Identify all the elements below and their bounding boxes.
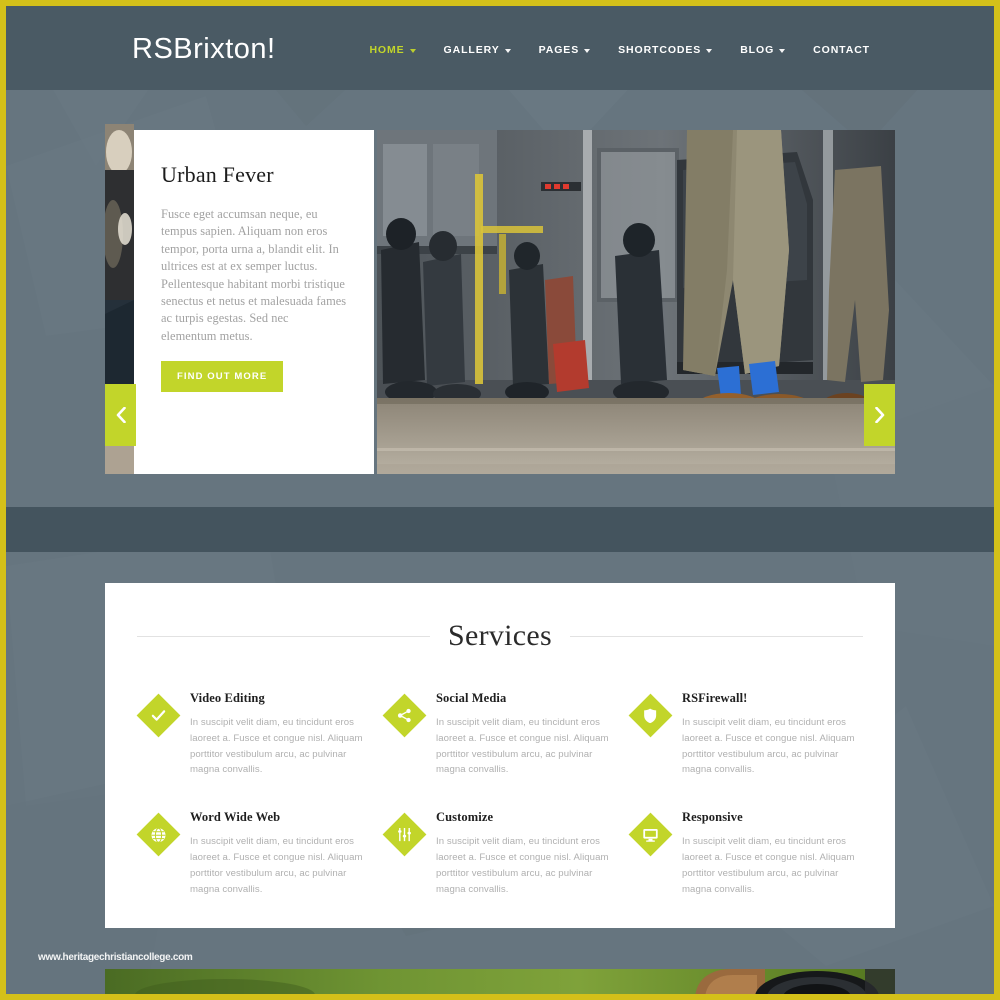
services-grid: Video Editing In suscipit velit diam, eu… bbox=[136, 691, 863, 897]
sliders-icon bbox=[398, 828, 411, 842]
service-description: In suscipit velit diam, eu tincidunt ero… bbox=[436, 836, 609, 895]
page-frame: RSBrixton! HOME GALLERY PAGES SHORTCODES… bbox=[6, 6, 994, 994]
service-icon-badge bbox=[136, 693, 181, 738]
heading-rule-left bbox=[137, 635, 430, 637]
chevron-down-icon bbox=[584, 48, 591, 53]
nav-label: BLOG bbox=[740, 44, 775, 56]
chevron-down-icon bbox=[409, 48, 416, 53]
service-card[interactable]: Word Wide Web In suscipit velit diam, eu… bbox=[136, 810, 369, 897]
next-section-photo bbox=[105, 969, 895, 994]
service-name: RSFirewall! bbox=[682, 691, 748, 705]
nav-item-blog[interactable]: BLOG bbox=[726, 40, 799, 60]
chevron-right-icon bbox=[874, 407, 884, 423]
service-icon-badge bbox=[382, 812, 427, 857]
nav-label: PAGES bbox=[538, 44, 580, 56]
site-header: RSBrixton! HOME GALLERY PAGES SHORTCODES… bbox=[6, 6, 994, 90]
site-logo[interactable]: RSBrixton! bbox=[132, 33, 276, 66]
services-title: Services bbox=[447, 619, 553, 652]
service-card[interactable]: Responsive In suscipit velit diam, eu ti… bbox=[628, 810, 861, 897]
service-description: In suscipit velit diam, eu tincidunt ero… bbox=[190, 717, 363, 776]
find-out-more-button[interactable]: FIND OUT MORE bbox=[161, 361, 284, 393]
services-heading-row: Services bbox=[137, 619, 863, 653]
service-card[interactable]: RSFirewall! In suscipit velit diam, eu t… bbox=[628, 691, 861, 778]
slider-prev-button[interactable] bbox=[105, 384, 136, 446]
service-icon-badge bbox=[382, 693, 427, 738]
nav-label: SHORTCODES bbox=[618, 44, 702, 56]
service-description: In suscipit velit diam, eu tincidunt ero… bbox=[682, 717, 855, 776]
service-name: Word Wide Web bbox=[190, 810, 281, 825]
chevron-down-icon bbox=[504, 48, 511, 53]
nav-item-contact[interactable]: CONTACT bbox=[799, 40, 884, 60]
service-name: Responsive bbox=[682, 810, 743, 825]
services-section: Services Video Editing In suscipit velit… bbox=[105, 583, 895, 928]
nav-label: GALLERY bbox=[443, 44, 500, 56]
service-description: In suscipit velit diam, eu tincidunt ero… bbox=[190, 836, 363, 895]
chevron-down-icon bbox=[779, 48, 786, 53]
chevron-down-icon bbox=[706, 48, 713, 53]
watermark-url: www.heritagechristiancollege.com bbox=[38, 952, 193, 963]
nav-item-pages[interactable]: PAGES bbox=[525, 40, 604, 60]
share-icon bbox=[397, 708, 411, 723]
nav-item-shortcodes[interactable]: SHORTCODES bbox=[604, 40, 726, 60]
chevron-left-icon bbox=[116, 407, 126, 423]
service-name: Customize bbox=[436, 810, 494, 825]
service-icon-badge bbox=[628, 812, 673, 857]
hero-text-panel: Urban Fever Fusce eget accumsan neque, e… bbox=[134, 130, 374, 474]
heading-rule-right bbox=[570, 635, 863, 637]
service-icon-badge bbox=[136, 812, 181, 857]
hero-title: Urban Fever bbox=[161, 162, 274, 187]
monitor-icon bbox=[643, 828, 658, 842]
logo-suffix: Brixton! bbox=[173, 33, 276, 65]
hero-paragraph: Fusce eget accumsan neque, eu tempus sap… bbox=[161, 207, 347, 343]
service-name: Social Media bbox=[436, 691, 507, 705]
nav-item-gallery[interactable]: GALLERY bbox=[430, 40, 525, 60]
nav-item-home[interactable]: HOME bbox=[355, 40, 429, 60]
service-card[interactable]: Video Editing In suscipit velit diam, eu… bbox=[136, 691, 369, 778]
shield-icon bbox=[644, 708, 657, 723]
check-icon bbox=[151, 710, 166, 721]
globe-icon bbox=[151, 827, 166, 843]
main-navigation: HOME GALLERY PAGES SHORTCODES BLOG CONTA… bbox=[355, 40, 884, 60]
section-divider-band bbox=[6, 507, 994, 552]
slider-next-button[interactable] bbox=[864, 384, 895, 446]
service-icon-badge bbox=[628, 693, 673, 738]
nav-label: CONTACT bbox=[813, 44, 870, 56]
hero-slider: Urban Fever Fusce eget accumsan neque, e… bbox=[105, 124, 895, 474]
logo-prefix: RS bbox=[132, 33, 174, 65]
service-name: Video Editing bbox=[190, 691, 265, 705]
hero-photo bbox=[377, 130, 895, 474]
nav-label: HOME bbox=[369, 44, 405, 56]
service-description: In suscipit velit diam, eu tincidunt ero… bbox=[436, 717, 609, 776]
service-card[interactable]: Customize In suscipit velit diam, eu tin… bbox=[382, 810, 615, 897]
service-card[interactable]: Social Media In suscipit velit diam, eu … bbox=[382, 691, 615, 778]
service-description: In suscipit velit diam, eu tincidunt ero… bbox=[682, 836, 855, 895]
